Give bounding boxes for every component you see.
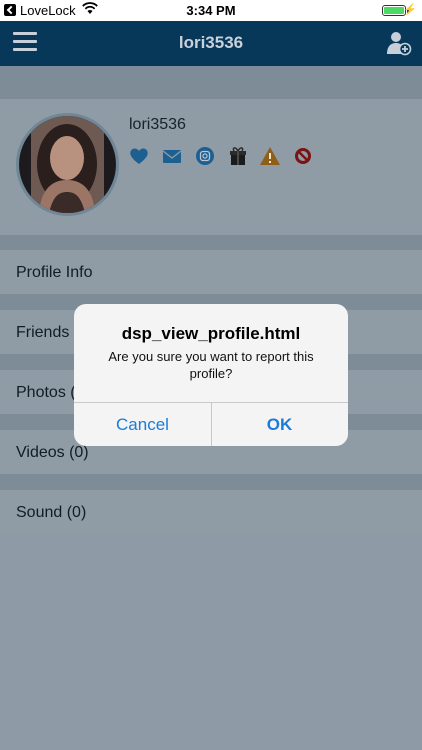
spacer-band [0, 235, 422, 250]
cancel-button[interactable]: Cancel [74, 403, 211, 446]
charging-icon: ⚡ [403, 4, 417, 16]
avatar[interactable] [16, 113, 119, 216]
menu-row-profile-info[interactable]: Profile Info [0, 250, 422, 294]
instagram-icon[interactable] [194, 145, 216, 167]
menu-row-sound[interactable]: Sound (0) [0, 490, 422, 534]
status-bar: LoveLock 3:34 PM ⚡ [0, 0, 422, 21]
row-label: Profile Info [16, 264, 93, 281]
report-icon[interactable] [259, 145, 281, 167]
row-label: Videos (0) [16, 444, 89, 461]
page-title: lori3536 [178, 33, 244, 52]
ok-button[interactable]: OK [211, 403, 348, 446]
profile-photo [19, 116, 116, 213]
dialog-title: dsp_view_profile.html [121, 324, 301, 343]
row-label: Sound (0) [16, 504, 87, 521]
heart-icon[interactable] [128, 145, 150, 167]
dialog-message: Are you sure you want to report this pro… [108, 349, 314, 381]
clock: 3:34 PM [186, 3, 236, 18]
nav-bar: lori3536 [0, 21, 422, 66]
message-icon[interactable] [161, 145, 183, 167]
block-icon[interactable] [292, 145, 314, 167]
profile-username: lori3536 [129, 116, 186, 133]
confirm-report-dialog: dsp_view_profile.html Are you sure you w… [74, 304, 348, 446]
screen: LoveLock 3:34 PM ⚡ lori3536 lori3536 Pro… [0, 0, 422, 750]
spacer-band [0, 66, 422, 99]
add-friend-icon[interactable] [386, 30, 412, 56]
gift-icon[interactable] [227, 145, 249, 167]
spacer-band [0, 474, 422, 490]
